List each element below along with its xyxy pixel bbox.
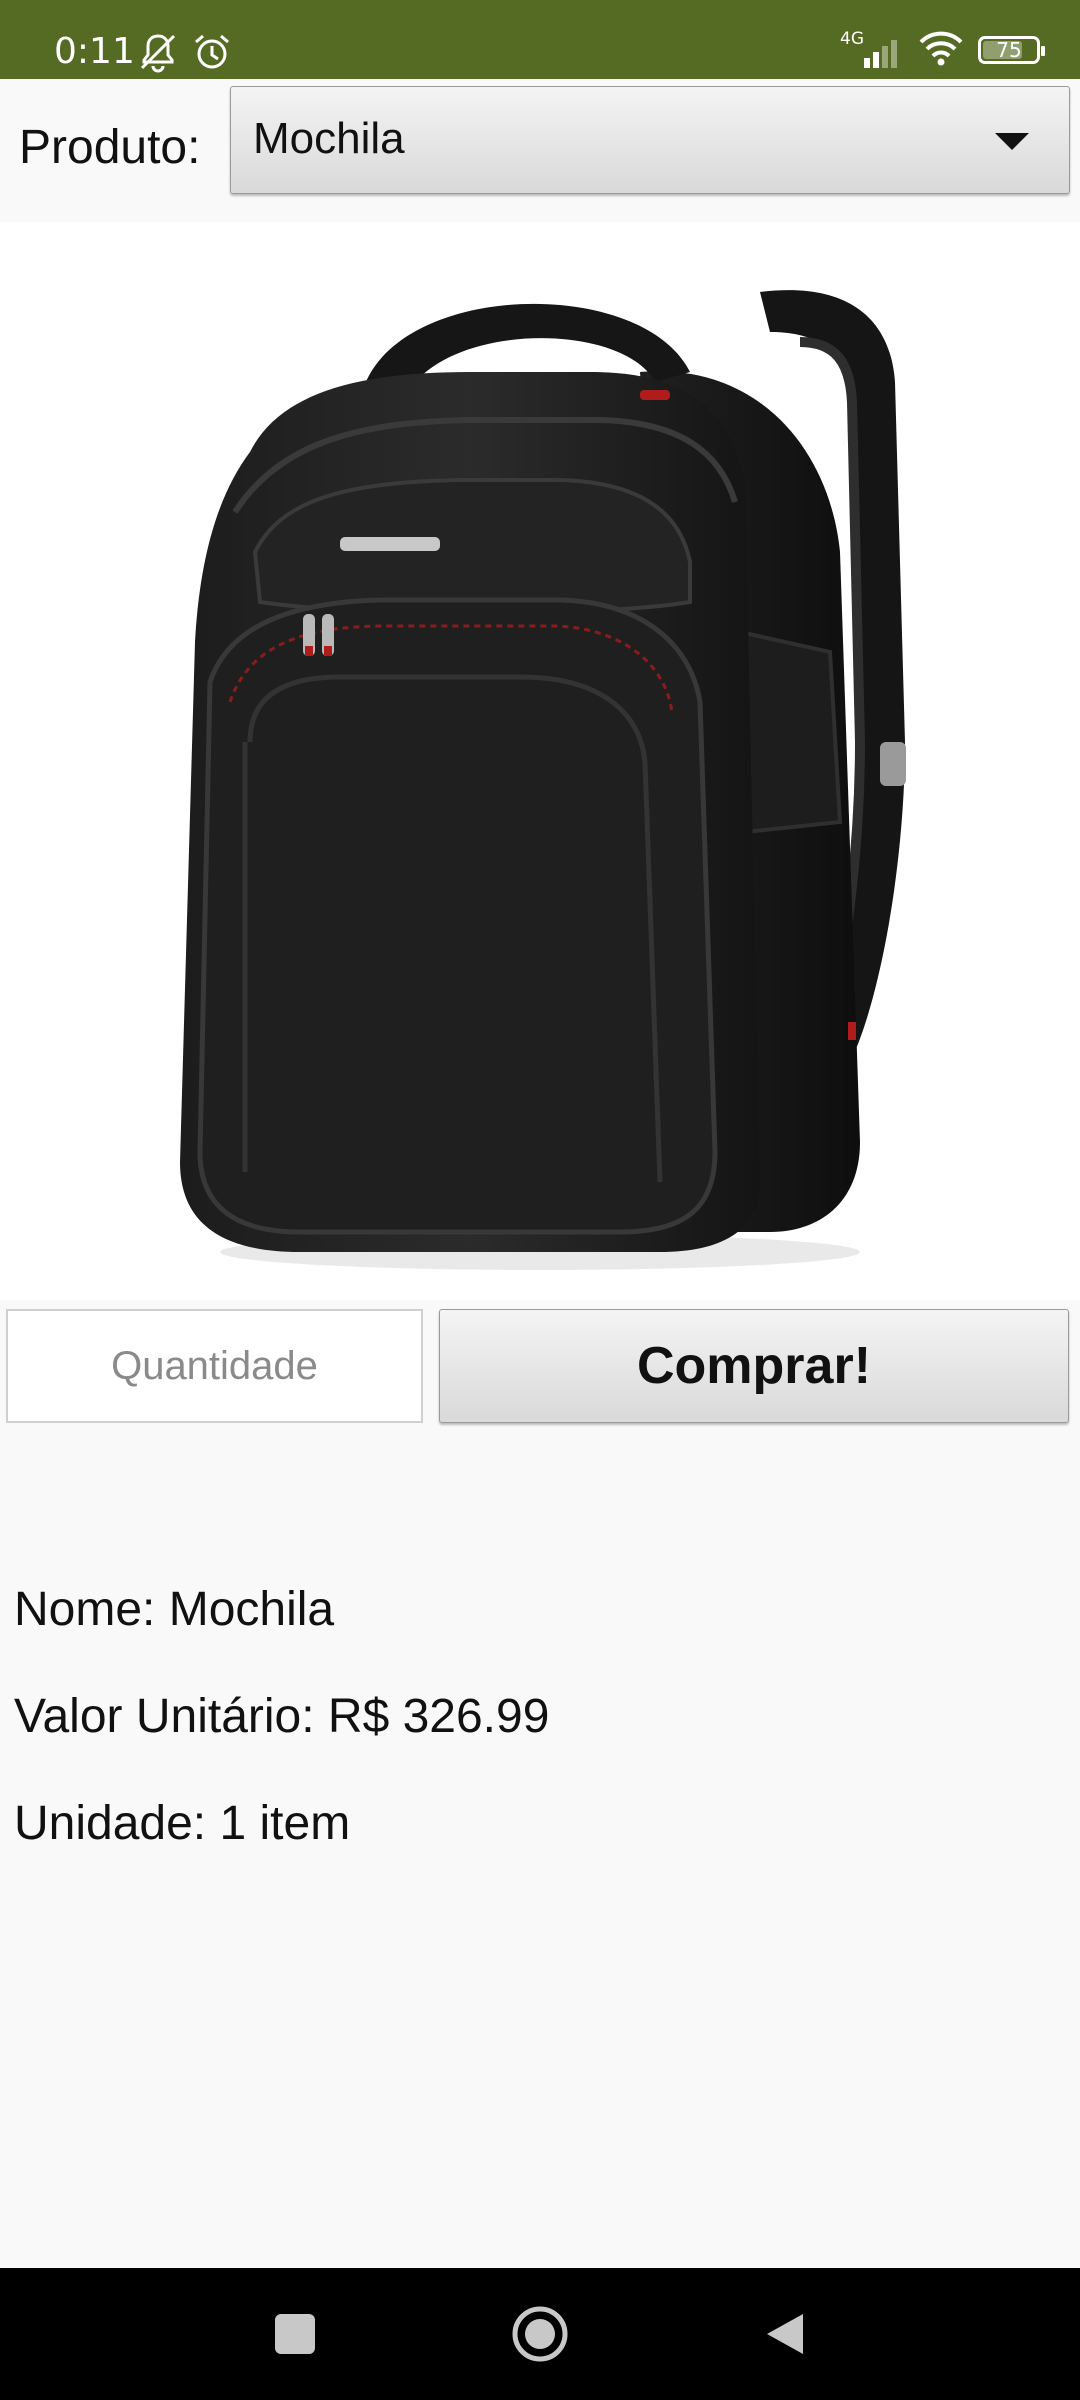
recents-button[interactable] (235, 2268, 355, 2400)
dropdown-arrow-icon (995, 133, 1029, 150)
navigation-bar (0, 2268, 1080, 2400)
product-name-text: Nome: Mochila (14, 1583, 335, 1636)
home-button[interactable] (480, 2268, 600, 2400)
wifi-icon (918, 28, 964, 72)
unit-text: Unidade: 1 item (14, 1797, 351, 1850)
notifications-muted-icon (136, 30, 180, 78)
quantity-input[interactable] (6, 1309, 423, 1423)
unit-price-text: Valor Unitário: R$ 326.99 (14, 1690, 550, 1743)
back-triangle-icon (767, 2314, 803, 2354)
status-right-icons: 4G 75 (840, 28, 1045, 72)
product-image (0, 222, 1080, 1300)
status-time: 0:11 (54, 31, 135, 72)
backpack-image (180, 290, 906, 1270)
home-circle-icon (512, 2306, 568, 2362)
recents-square-icon (275, 2314, 315, 2354)
product-dropdown-value: Mochila (253, 114, 405, 163)
back-button[interactable] (725, 2268, 845, 2400)
status-bar: 0:11 4G 75 (0, 0, 1080, 79)
status-left-icons (136, 30, 234, 78)
produto-label: Produto: (19, 121, 201, 174)
battery-icon: 75 (978, 36, 1045, 64)
product-dropdown[interactable]: Mochila (230, 86, 1070, 194)
signal-icon: 4G (840, 30, 904, 70)
alarm-icon (190, 30, 234, 78)
buy-button[interactable]: Comprar! (439, 1309, 1069, 1423)
battery-level: 75 (996, 38, 1022, 62)
